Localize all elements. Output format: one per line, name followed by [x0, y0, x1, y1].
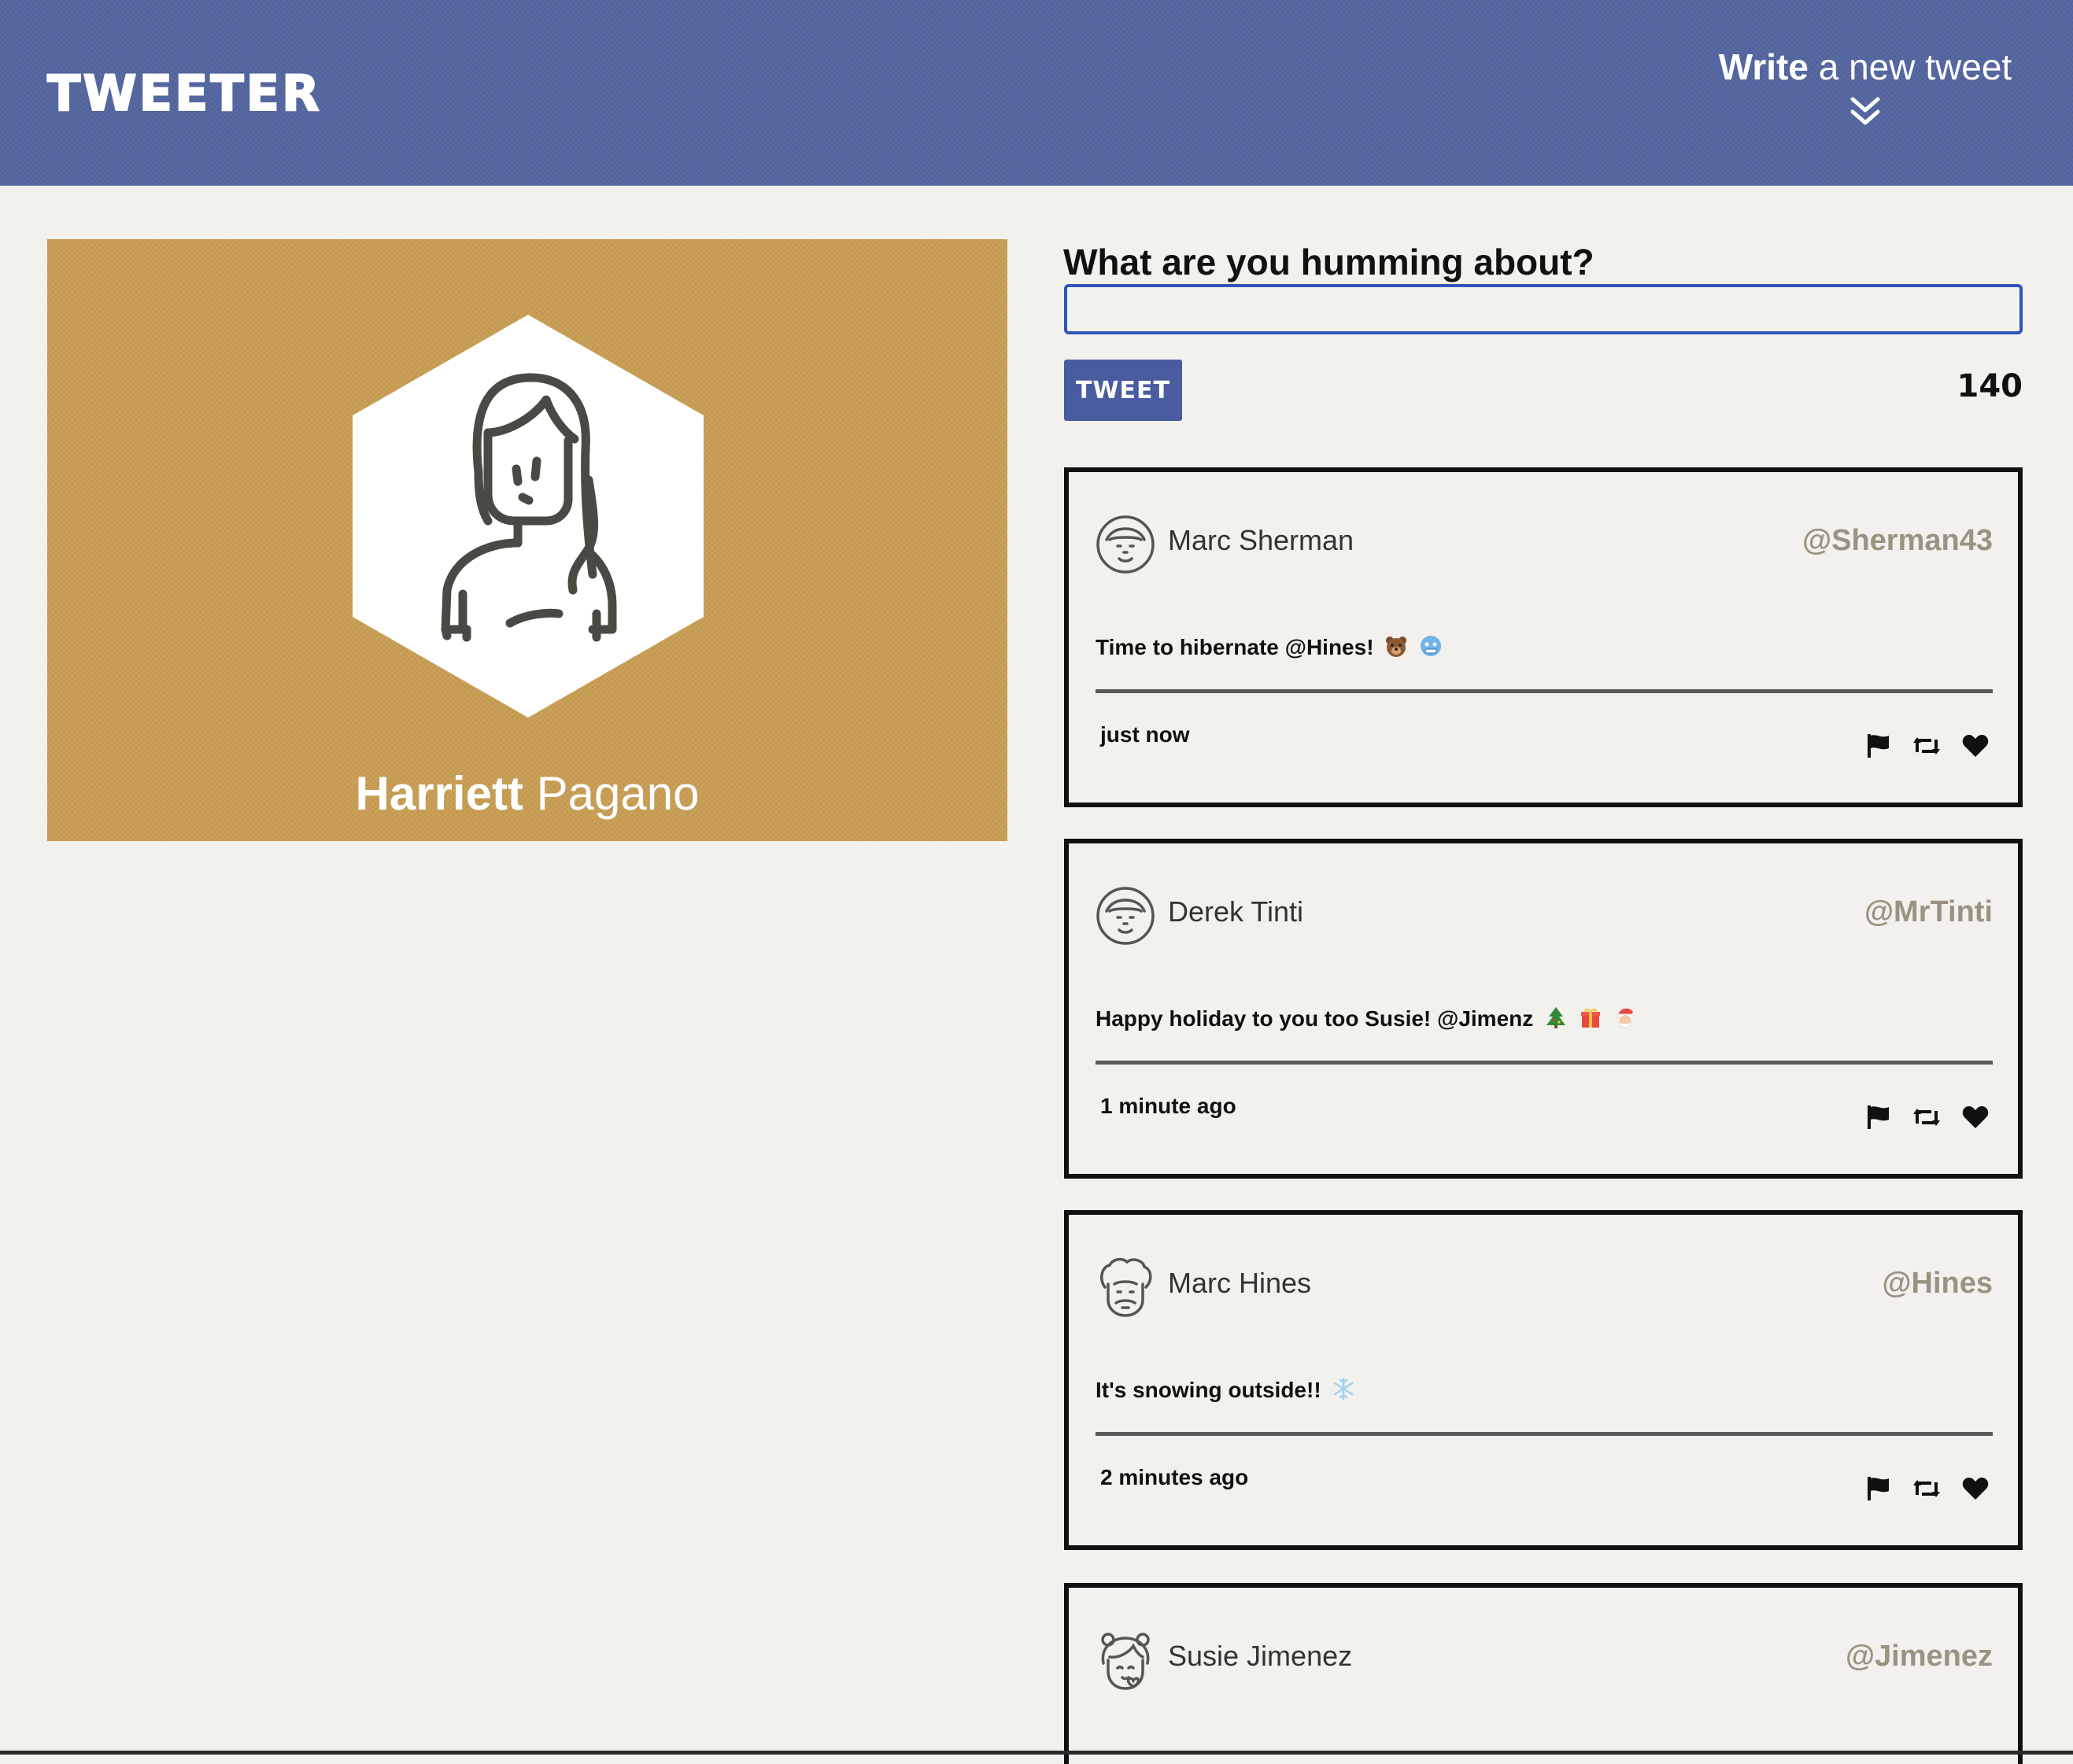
tweet-text: Time to hibernate @Hines!	[1096, 635, 1374, 659]
write-label-strong: Write	[1718, 46, 1809, 87]
tweet-timestamp: just now	[1100, 722, 1190, 747]
retweet-icon[interactable]	[1912, 1103, 1941, 1131]
bear-emoji-icon	[1386, 637, 1407, 657]
tweet-author-handle[interactable]: @Jimenez	[1846, 1640, 1993, 1674]
tweet-author-handle[interactable]: @Hines	[1882, 1267, 1993, 1301]
christmas-tree-emoji-icon	[1546, 1007, 1566, 1028]
tweet-actions	[1864, 1103, 1990, 1131]
tweet-timestamp: 2 minutes ago	[1100, 1465, 1249, 1489]
tweet-divider	[1096, 1061, 1993, 1065]
tweet-body: It's snowing outside!!	[1096, 1377, 1355, 1403]
tweet-timestamp: 1 minute ago	[1100, 1094, 1236, 1118]
snowflake-emoji-icon	[1334, 1377, 1354, 1400]
tweet-body: Time to hibernate @Hines!	[1096, 634, 1443, 660]
tweet-card: Marc Sherman @Sherman43 Time to hibernat…	[1064, 467, 2023, 807]
char-counter: 140	[1957, 368, 2023, 404]
app-logo[interactable]: TWEETER	[46, 64, 322, 123]
heart-icon[interactable]	[1961, 732, 1990, 760]
man-avatar-icon	[1096, 515, 1155, 574]
tweet-actions	[1864, 732, 1990, 760]
bottom-border	[0, 1751, 2073, 1755]
heart-icon[interactable]	[1961, 1474, 1990, 1503]
tweet-submit-button[interactable]: TWEET	[1064, 360, 1182, 421]
flag-icon[interactable]	[1864, 732, 1892, 760]
flag-icon[interactable]	[1864, 1103, 1892, 1131]
tweet-card: Susie Jimenez @Jimenez	[1064, 1583, 2023, 1764]
woman-avatar-icon	[353, 315, 704, 718]
write-label-rest: a new tweet	[1818, 46, 2012, 87]
tweet-divider	[1096, 1432, 1993, 1436]
tweet-body: Happy holiday to you too Susie! @Jimenz	[1096, 1006, 1637, 1031]
flag-icon[interactable]	[1864, 1474, 1892, 1503]
woman-avatar-icon	[1101, 1633, 1150, 1690]
composer-label: What are you humming about?	[1063, 242, 1594, 282]
gift-emoji-icon	[1580, 1008, 1600, 1028]
tweet-author-name[interactable]: Marc Sherman	[1168, 524, 1354, 557]
profile-card: Harriett Pagano	[47, 239, 1007, 841]
tweet-divider	[1096, 689, 1993, 693]
tweet-text: It's snowing outside!!	[1096, 1378, 1321, 1402]
curly-hair-man-avatar-icon	[1100, 1257, 1152, 1317]
write-new-tweet-toggle[interactable]: Write a new tweet	[1708, 46, 2023, 140]
double-chevron-down-icon	[1850, 97, 1880, 125]
tweet-card: Derek Tinti @MrTinti Happy holiday to yo…	[1064, 839, 2023, 1179]
tweet-author-name[interactable]: Marc Hines	[1168, 1267, 1311, 1300]
profile-first-name: Harriett	[355, 767, 523, 820]
profile-name: Harriett Pagano	[47, 766, 1007, 821]
heart-icon[interactable]	[1961, 1103, 1990, 1131]
tweet-author-handle[interactable]: @Sherman43	[1802, 524, 1993, 558]
tweet-author-name[interactable]: Susie Jimenez	[1168, 1640, 1352, 1673]
retweet-icon[interactable]	[1912, 1474, 1941, 1503]
profile-last-name: Pagano	[536, 767, 700, 820]
tweet-author-handle[interactable]: @MrTinti	[1864, 895, 1993, 929]
top-nav-bar: TWEETER Write a new tweet	[0, 0, 2073, 186]
man-avatar-icon	[1096, 887, 1155, 945]
cold-face-emoji-icon	[1421, 636, 1442, 656]
tweet-text-input[interactable]	[1064, 284, 2023, 334]
tweet-card: Marc Hines @Hines It's snowing outside!!…	[1064, 1210, 2023, 1550]
retweet-icon[interactable]	[1912, 732, 1941, 760]
santa-emoji-icon	[1617, 1008, 1634, 1028]
tweet-author-name[interactable]: Derek Tinti	[1168, 895, 1303, 928]
tweet-text: Happy holiday to you too Susie! @Jimenz	[1096, 1006, 1534, 1031]
tweet-actions	[1864, 1474, 1990, 1503]
